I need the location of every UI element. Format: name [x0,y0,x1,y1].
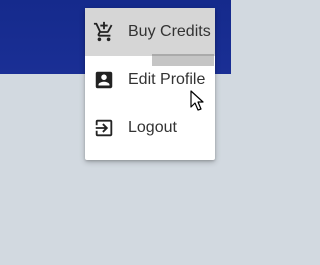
faded-tooltip [152,54,214,66]
menu-item-label: Edit Profile [128,71,206,88]
menu-item-label: Logout [128,119,177,136]
account-box-icon [93,69,115,91]
user-dropdown-menu: Buy Credits Edit Profile Logout [85,8,215,160]
add-shopping-cart-icon [93,21,115,43]
page: Buy Credits Edit Profile Logout [0,0,231,265]
exit-to-app-icon [93,117,115,139]
mouse-pointer-icon [190,90,204,111]
menu-item-label: Buy Credits [128,23,211,40]
menu-item-buy-credits[interactable]: Buy Credits [85,8,215,56]
